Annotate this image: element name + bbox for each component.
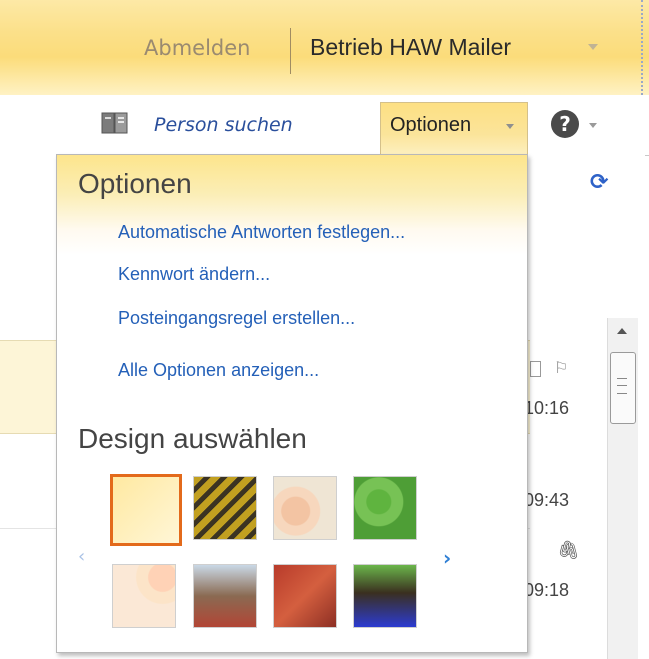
chevron-down-icon[interactable] bbox=[589, 123, 597, 128]
signout-link[interactable]: Abmelden bbox=[144, 36, 250, 60]
theme-swatch-5[interactable] bbox=[112, 564, 176, 628]
next-arrow-icon[interactable]: › bbox=[443, 546, 451, 570]
checkbox[interactable] bbox=[530, 361, 541, 377]
mail-time: 09:18 bbox=[524, 580, 570, 600]
theme-swatch-default[interactable] bbox=[110, 474, 182, 546]
refresh-icon[interactable]: ⟳ bbox=[590, 170, 608, 195]
find-person-link[interactable]: Person suchen bbox=[154, 114, 293, 136]
theme-swatch-8[interactable] bbox=[353, 564, 417, 628]
theme-swatch-7[interactable] bbox=[273, 564, 337, 628]
address-book-icon[interactable] bbox=[100, 110, 130, 136]
grip-icon bbox=[617, 378, 627, 394]
chevron-down-icon[interactable] bbox=[506, 124, 514, 129]
theme-swatch-6[interactable] bbox=[193, 564, 257, 628]
menu-item-all-options[interactable]: Alle Optionen anzeigen... bbox=[118, 360, 319, 381]
theme-swatch-3[interactable] bbox=[273, 476, 337, 540]
chevron-down-icon[interactable] bbox=[588, 44, 598, 50]
header-divider bbox=[290, 28, 291, 74]
scroll-up-arrow-icon[interactable] bbox=[617, 328, 627, 334]
dropdown-title: Optionen bbox=[78, 168, 192, 199]
mail-time: 10:16 bbox=[524, 398, 570, 418]
menu-item-change-password[interactable]: Kennwort ändern... bbox=[118, 264, 270, 285]
design-section-title: Design auswählen bbox=[78, 423, 307, 454]
menu-item-auto-replies[interactable]: Automatische Antworten festlegen... bbox=[118, 222, 405, 243]
prev-arrow-icon[interactable]: ‹ bbox=[78, 546, 85, 567]
menu-item-create-inbox-rule[interactable]: Posteingangsregel erstellen... bbox=[118, 308, 355, 329]
paperclip-icon: 🖇 bbox=[557, 540, 580, 561]
flag-icon[interactable]: ⚐ bbox=[554, 358, 568, 377]
theme-swatch-2[interactable] bbox=[193, 476, 257, 540]
theme-swatch-4[interactable] bbox=[353, 476, 417, 540]
mail-time: 09:43 bbox=[524, 490, 570, 510]
account-menu[interactable]: Betrieb HAW Mailer bbox=[310, 34, 511, 61]
options-button[interactable]: Optionen bbox=[390, 114, 471, 137]
help-icon[interactable]: ? bbox=[551, 110, 579, 138]
